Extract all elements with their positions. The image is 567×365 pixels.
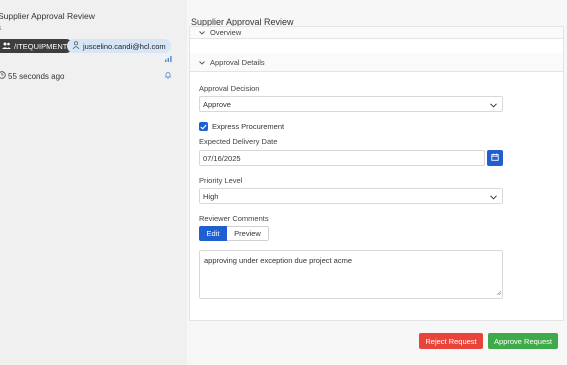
reviewer-comments-label: Reviewer Comments (199, 214, 269, 223)
express-procurement-row[interactable]: Express Procurement (199, 122, 284, 131)
priority-level-label: Priority Level (199, 176, 243, 185)
reject-request-button[interactable]: Reject Request (419, 333, 483, 349)
tab-edit[interactable]: Edit (199, 226, 227, 241)
chevron-down-icon (199, 28, 205, 37)
delivery-date-label: Expected Delivery Date (199, 137, 278, 146)
approval-decision-label: Approval Decision (199, 84, 260, 93)
overview-label: Overview (210, 28, 242, 37)
group-chip-label: /ITEQUIPMENT (14, 41, 68, 51)
sidebar: Supplier Approval Review s /ITEQUIPMENT … (0, 0, 185, 365)
approve-request-button[interactable]: Approve Request (488, 333, 558, 349)
sidebar-title: Supplier Approval Review (0, 11, 95, 21)
user-icon (72, 41, 80, 51)
calendar-button[interactable] (487, 150, 503, 166)
reviewer-comments-value: approving under exception due project ac… (204, 256, 353, 265)
express-procurement-label: Express Procurement (212, 122, 285, 131)
calendar-icon (491, 153, 499, 163)
chevron-down-icon (199, 58, 205, 67)
approval-details-accordion-header[interactable]: Approval Details (190, 53, 563, 72)
chevron-down-icon (490, 193, 497, 202)
main-content: Supplier Approval Review Overview Approv… (187, 0, 567, 365)
resize-grip-icon[interactable] (496, 288, 502, 297)
reviewer-comments-textarea[interactable]: approving under exception due project ac… (199, 250, 503, 299)
chevron-down-icon (490, 101, 497, 110)
sidebar-subtitle: s (0, 25, 2, 32)
user-chip[interactable]: juscelino.candi@hcl.com (67, 39, 171, 53)
group-icon (2, 42, 11, 51)
delivery-date-input[interactable]: 07/16/2025 (199, 150, 485, 166)
form-panel: Overview Approval Details Approval Decis… (189, 26, 564, 321)
timestamp-row: 55 seconds ago (0, 71, 65, 81)
bell-icon[interactable] (164, 71, 172, 81)
comment-tabs: Edit Preview (199, 226, 269, 241)
priority-level-value: High (203, 191, 219, 201)
delivery-date-value: 07/16/2025 (203, 153, 241, 163)
tab-preview[interactable]: Preview (227, 226, 269, 241)
priority-level-select[interactable]: High (199, 188, 503, 204)
bar-chart-icon[interactable] (165, 55, 172, 64)
group-chip[interactable]: /ITEQUIPMENT (0, 39, 74, 53)
overview-accordion-header[interactable]: Overview (190, 27, 563, 39)
timestamp-label: 55 seconds ago (8, 71, 65, 81)
approval-decision-select[interactable]: Approve (199, 96, 503, 112)
express-procurement-checkbox[interactable] (199, 122, 208, 131)
clock-icon (0, 71, 6, 81)
user-chip-label: juscelino.candi@hcl.com (83, 41, 166, 51)
approval-decision-value: Approve (203, 99, 231, 109)
approval-details-label: Approval Details (210, 57, 265, 67)
